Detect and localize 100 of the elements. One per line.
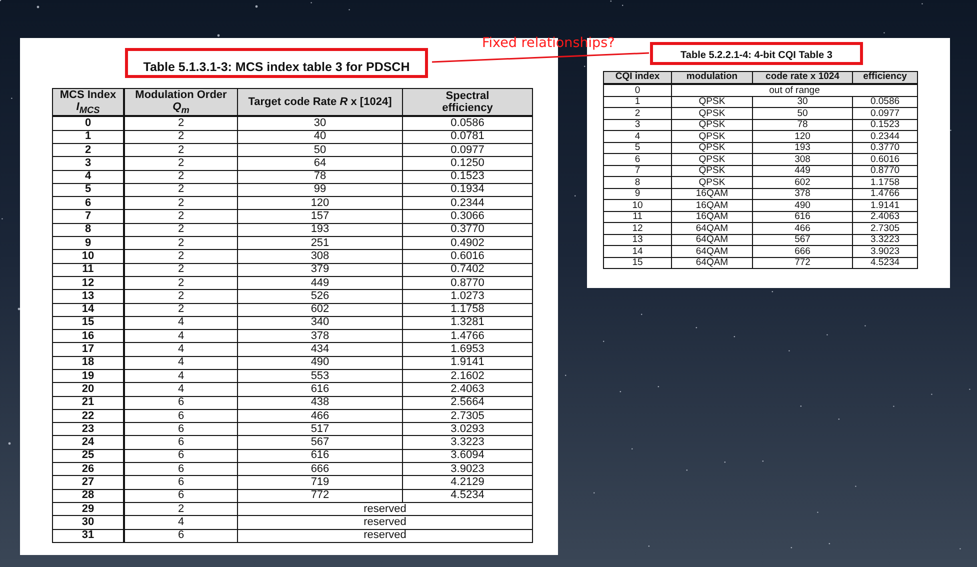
table-cell: 616 (238, 382, 402, 396)
table-cell: 0.7402 (402, 263, 532, 276)
column-header: MCS Index I$_{MCS}$ (52, 88, 124, 116)
table-cell: 5 (604, 142, 672, 154)
table-cell: 19 (52, 370, 124, 383)
table-cell: QPSK (672, 130, 752, 142)
table-cell: 3.9023 (402, 462, 532, 476)
table-cell: 2 (124, 156, 238, 170)
table-cell: 0 (604, 84, 672, 96)
table-cell: 0.0586 (402, 116, 532, 130)
table-cell: 0.8770 (852, 165, 918, 176)
table-cell: reserved (238, 529, 532, 542)
table-cell: 0 (52, 116, 124, 130)
table-cell: 0.1250 (402, 156, 532, 170)
table-cell: 21 (52, 396, 124, 410)
table-cell: 2.4063 (402, 382, 532, 396)
table-cell: 2.5664 (402, 396, 532, 410)
column-header: Target code Rate R x [1024] (238, 88, 402, 116)
table-title: Table 5.1.3.1-3: MCS index table 3 for PDSCH (143, 60, 410, 74)
table-cell: 120 (238, 196, 402, 210)
table-cell: 4 (124, 342, 238, 356)
table-cell: 2 (124, 502, 238, 516)
table-cell: QPSK (672, 176, 752, 188)
table-cell: 64 (238, 156, 402, 170)
table-cell: 31 (52, 529, 124, 542)
table-cell: 3.3223 (402, 436, 532, 450)
table-cell: 9 (52, 236, 124, 250)
table-cell: 1.4766 (852, 188, 918, 200)
table-cell: 0.3770 (852, 142, 918, 154)
table-cell: 6 (124, 396, 238, 410)
column-header: Spectral efficiency (402, 88, 532, 116)
table-cell: 526 (238, 290, 402, 304)
table-cell: 64QAM (672, 257, 752, 268)
table-cell: 23 (52, 422, 124, 436)
table-cell: 6 (52, 196, 124, 210)
table-cell: 2 (124, 130, 238, 144)
table-cell: 30 (52, 516, 124, 530)
table-cell: 11 (52, 263, 124, 276)
table-cell: 2.7305 (852, 222, 918, 234)
table-cell: 340 (238, 316, 402, 330)
table-cell: 40 (238, 130, 402, 144)
table-cell: 0.1523 (402, 170, 532, 184)
table-cell: 6 (124, 462, 238, 476)
table-cell: QPSK (672, 108, 752, 119)
table-cell: 15 (604, 257, 672, 268)
table-cell: 18 (52, 356, 124, 370)
table-cell: 0.2344 (852, 130, 918, 142)
table-cell: 553 (238, 370, 402, 383)
table-cell: 9 (604, 188, 672, 200)
table-cell: 11 (604, 211, 672, 222)
table-cell: 308 (238, 250, 402, 264)
table-cell: 22 (52, 409, 124, 423)
column-header: modulation (672, 72, 752, 84)
table-cell: 772 (752, 257, 852, 268)
table-cell: 29 (52, 502, 124, 516)
table-cell: 16QAM (672, 211, 752, 222)
table-cell: 0.3770 (402, 223, 532, 237)
table-cell: 6 (124, 529, 238, 542)
table-cell: 0.4902 (402, 236, 532, 250)
table-cell: 64QAM (672, 222, 752, 234)
table-cell: 1.1758 (402, 303, 532, 316)
table-cell: 466 (238, 409, 402, 423)
table-cell: 0.0977 (852, 108, 918, 119)
table-cell: 3.3223 (852, 234, 918, 246)
table-cell: 78 (238, 170, 402, 184)
table-cell: 7 (604, 165, 672, 176)
table-cell: 1.4766 (402, 330, 532, 343)
column-header: code rate x 1024 (752, 72, 852, 84)
table-cell: 378 (238, 330, 402, 343)
table-cell: 517 (238, 422, 402, 436)
table-cell: 602 (238, 303, 402, 316)
table-cell: 6 (124, 422, 238, 436)
table-cell: 13 (604, 234, 672, 246)
table-cell: 4.5234 (852, 257, 918, 268)
table-cell: 120 (752, 130, 852, 142)
table-cell: 193 (238, 223, 402, 237)
table-cell: 10 (604, 200, 672, 211)
table-cell: 1.6953 (402, 342, 532, 356)
table-cell: 8 (52, 223, 124, 237)
table-cell: 4 (124, 516, 238, 530)
table-cell: 1 (604, 96, 672, 108)
table-cell: 0.0781 (402, 130, 532, 144)
table-cell: 2 (124, 210, 238, 224)
table-cell: 3 (52, 156, 124, 170)
table-cell: 1.3281 (402, 316, 532, 330)
table-cell: 50 (752, 108, 852, 119)
table-cell: 4 (52, 170, 124, 184)
table-cell: 466 (752, 222, 852, 234)
table-cell: 0.3066 (402, 210, 532, 224)
table-cell: 719 (238, 476, 402, 490)
table-cell: 17 (52, 342, 124, 356)
table-cell: 12 (604, 222, 672, 234)
table-cell: 30 (752, 96, 852, 108)
table-cell: 16QAM (672, 200, 752, 211)
table-cell: 2 (124, 303, 238, 316)
table-cell: 616 (752, 211, 852, 222)
table-cell: 3 (604, 119, 672, 130)
table-cell: 0.6016 (852, 154, 918, 165)
table-cell: 2 (124, 170, 238, 184)
table-cell: 64QAM (672, 246, 752, 257)
